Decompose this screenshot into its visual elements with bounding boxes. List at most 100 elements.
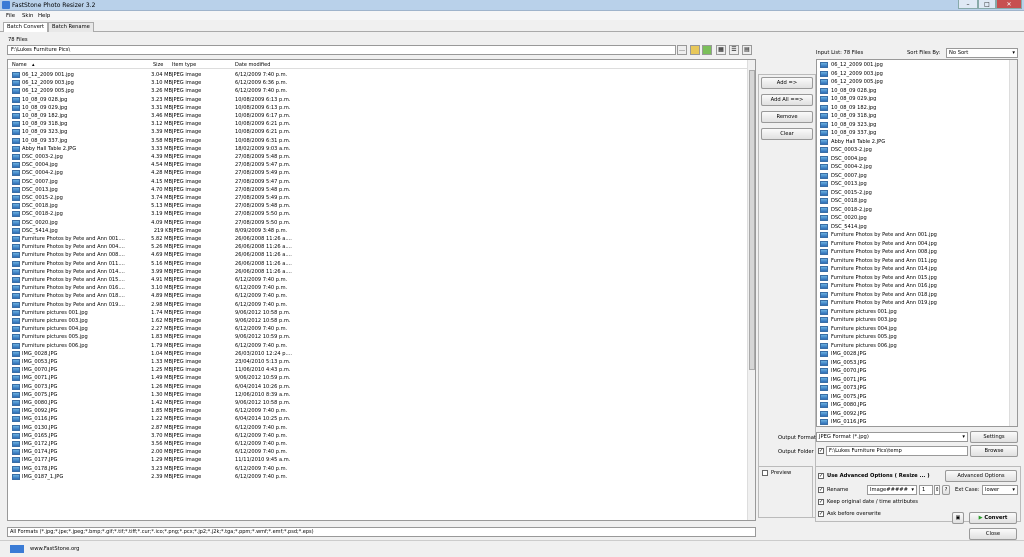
- ask-overwrite-checkbox[interactable]: ✓: [818, 511, 824, 517]
- website-link[interactable]: www.FastStone.org: [30, 546, 79, 552]
- clear-button[interactable]: Clear: [761, 128, 813, 140]
- rename-start-input[interactable]: 1: [919, 485, 933, 495]
- format-filter-select[interactable]: All Formats (*.jpg;*.jpe;*.jpeg;*.bmp;*.…: [7, 527, 756, 537]
- table-row[interactable]: Furniture pictures 001.jpg 1.74 MB JPEG im…: [8, 309, 748, 317]
- table-row[interactable]: IMG_0178.JPG 3.23 MB JPEG image 6/12/2009 7…: [8, 465, 748, 473]
- list-item[interactable]: IMG_0028.JPG: [817, 350, 1007, 359]
- table-row[interactable]: 10_08_09 028.jpg 3.23 MB JPEG image 10/08/2…: [8, 96, 748, 104]
- list-item[interactable]: DSC_0004.jpg: [817, 155, 1007, 164]
- minimize-button[interactable]: –: [958, 0, 978, 9]
- advanced-options-button[interactable]: Advanced Options: [945, 470, 1017, 482]
- rename-checkbox[interactable]: ✓: [818, 487, 824, 493]
- column-type[interactable]: Item type: [172, 62, 196, 68]
- table-row[interactable]: DSC_0003-2.jpg 4.39 MB JPEG image 27/08/200…: [8, 153, 748, 161]
- path-input[interactable]: F:\Lukes Furniture Pics\: [7, 45, 676, 55]
- folder-up-icon[interactable]: [690, 45, 700, 55]
- table-row[interactable]: Furniture Photos by Pete and Ann 015....…: [8, 276, 748, 284]
- table-row[interactable]: IMG_0071.JPG 1.49 MB JPEG image 9/06/2012 1…: [8, 374, 748, 382]
- list-item[interactable]: Furniture Photos by Pete and Ann 001.jpg: [817, 231, 1007, 240]
- column-size[interactable]: Size: [153, 62, 163, 68]
- output-format-select[interactable]: JPEG Format (*.jpg) ▾: [816, 432, 968, 442]
- list-item[interactable]: IMG_0073.JPG: [817, 384, 1007, 393]
- table-row[interactable]: 10_08_09 182.jpg 3.46 MB JPEG image 10/08/2…: [8, 112, 748, 120]
- refresh-icon[interactable]: [702, 45, 712, 55]
- list-item[interactable]: Furniture Photos by Pete and Ann 008.jpg: [817, 248, 1007, 257]
- list-item[interactable]: IMG_0070.JPG: [817, 367, 1007, 376]
- convert-button[interactable]: ▶ Convert: [969, 512, 1017, 524]
- table-row[interactable]: IMG_0174.JPG 2.00 MB JPEG image 6/12/2009 7…: [8, 448, 748, 456]
- table-row[interactable]: DSC_0018-2.jpg 3.19 MB JPEG image 27/08/200…: [8, 210, 748, 218]
- view-details-icon[interactable]: ▤: [742, 45, 752, 55]
- list-item[interactable]: DSC_0003-2.jpg: [817, 146, 1007, 155]
- list-item[interactable]: IMG_0080.JPG: [817, 401, 1007, 410]
- table-row[interactable]: IMG_0028.JPG 1.04 MB JPEG image 26/03/2010 …: [8, 350, 748, 358]
- output-folder-checkbox[interactable]: ✓: [818, 448, 824, 454]
- list-item[interactable]: 10_08_09 323.jpg: [817, 121, 1007, 130]
- table-row[interactable]: Abby Hall Table 2.JPG 3.33 MB JPEG image 18…: [8, 145, 748, 153]
- table-row[interactable]: IMG_0177.JPG 1.29 MB JPEG image 11/11/2010 …: [8, 456, 748, 464]
- table-row[interactable]: DSC_0020.jpg 4.09 MB JPEG image 27/08/2009 …: [8, 219, 748, 227]
- list-item[interactable]: Furniture pictures 003.jpg: [817, 316, 1007, 325]
- list-item[interactable]: Furniture Photos by Pete and Ann 015.jpg: [817, 274, 1007, 283]
- view-thumbnails-icon[interactable]: ▦: [716, 45, 726, 55]
- stepper-icon[interactable]: ⇕: [934, 485, 940, 495]
- table-row[interactable]: DSC_0018.jpg 5.13 MB JPEG image 27/08/2009 …: [8, 202, 748, 210]
- list-item[interactable]: IMG_0071.JPG: [817, 376, 1007, 385]
- list-item[interactable]: Furniture pictures 006.jpg: [817, 342, 1007, 351]
- list-item[interactable]: Furniture Photos by Pete and Ann 018.jpg: [817, 291, 1007, 300]
- menu-skin[interactable]: Skin: [22, 13, 33, 19]
- table-row[interactable]: Furniture Photos by Pete and Ann 014....…: [8, 268, 748, 276]
- table-row[interactable]: DSC_0013.jpg 4.70 MB JPEG image 27/08/2009 …: [8, 186, 748, 194]
- table-row[interactable]: IMG_0073.JPG 1.26 MB JPEG image 6/04/2014 1…: [8, 383, 748, 391]
- table-row[interactable]: IMG_0130.JPG 2.87 MB JPEG image 6/12/2009 7…: [8, 424, 748, 432]
- list-item[interactable]: IMG_0116.JPG: [817, 418, 1007, 426]
- table-row[interactable]: Furniture Photos by Pete and Ann 016....…: [8, 284, 748, 292]
- list-item[interactable]: DSC_5414.jpg: [817, 223, 1007, 232]
- table-row[interactable]: Furniture Photos by Pete and Ann 018....…: [8, 292, 748, 300]
- column-date[interactable]: Date modified: [235, 62, 270, 68]
- table-row[interactable]: 06_12_2009 005.jpg 3.26 MB JPEG image 6/12/…: [8, 87, 748, 95]
- output-folder-input[interactable]: F:\Lukes Furniture Pics\temp: [826, 446, 968, 456]
- scrollbar-thumb[interactable]: [749, 70, 755, 370]
- table-row[interactable]: IMG_0172.JPG 3.56 MB JPEG image 6/12/2009 7…: [8, 440, 748, 448]
- list-item[interactable]: 10_08_09 028.jpg: [817, 87, 1007, 96]
- list-item[interactable]: 10_08_09 182.jpg: [817, 104, 1007, 113]
- close-window-button[interactable]: ✕: [996, 0, 1022, 9]
- list-item[interactable]: 10_08_09 337.jpg: [817, 129, 1007, 138]
- preview-convert-icon[interactable]: ▣: [952, 512, 964, 524]
- menu-help[interactable]: Help: [38, 13, 50, 19]
- use-advanced-checkbox[interactable]: ✓: [818, 473, 824, 479]
- input-list[interactable]: 06_12_2009 001.jpg 06_12_2009 003.jpg 06_1…: [816, 59, 1018, 427]
- list-item[interactable]: 06_12_2009 003.jpg: [817, 70, 1007, 79]
- maximize-button[interactable]: □: [978, 0, 996, 9]
- table-row[interactable]: Furniture Photos by Pete and Ann 001....…: [8, 235, 748, 243]
- list-item[interactable]: DSC_0007.jpg: [817, 172, 1007, 181]
- table-row[interactable]: DSC_0004.jpg 4.54 MB JPEG image 27/08/2009 …: [8, 161, 748, 169]
- table-row[interactable]: 06_12_2009 003.jpg 3.10 MB JPEG image 6/12/…: [8, 79, 748, 87]
- add-all-button[interactable]: Add All ==>: [761, 94, 813, 106]
- browse-path-button[interactable]: …: [677, 45, 687, 55]
- table-row[interactable]: IMG_0116.JPG 1.22 MB JPEG image 6/04/2014 1…: [8, 415, 748, 423]
- table-row[interactable]: 10_08_09 323.jpg 3.39 MB JPEG image 10/08/2…: [8, 128, 748, 136]
- list-item[interactable]: 10_08_09 029.jpg: [817, 95, 1007, 104]
- table-row[interactable]: IMG_0165.JPG 3.70 MB JPEG image 6/12/2009 7…: [8, 432, 748, 440]
- settings-button[interactable]: Settings: [970, 431, 1018, 443]
- list-item[interactable]: DSC_0013.jpg: [817, 180, 1007, 189]
- list-item[interactable]: Furniture Photos by Pete and Ann 004.jpg: [817, 240, 1007, 249]
- table-row[interactable]: IMG_0053.JPG 1.33 MB JPEG image 23/04/2010 …: [8, 358, 748, 366]
- table-row[interactable]: Furniture pictures 005.jpg 1.83 MB JPEG im…: [8, 333, 748, 341]
- list-item[interactable]: IMG_0053.JPG: [817, 359, 1007, 368]
- list-item[interactable]: DSC_0015-2.jpg: [817, 189, 1007, 198]
- preview-checkbox[interactable]: [762, 470, 768, 476]
- table-row[interactable]: IMG_0187_1.JPG 2.39 MB JPEG image 6/12/2009…: [8, 473, 748, 481]
- list-item[interactable]: 06_12_2009 005.jpg: [817, 78, 1007, 87]
- rename-pattern-input[interactable]: Image##### ▾: [867, 485, 917, 495]
- table-row[interactable]: DSC_0007.jpg 4.15 MB JPEG image 27/08/2009 …: [8, 178, 748, 186]
- list-item[interactable]: Furniture pictures 004.jpg: [817, 325, 1007, 334]
- close-button[interactable]: Close: [969, 528, 1017, 540]
- add-button[interactable]: Add =>: [761, 77, 813, 89]
- sort-select[interactable]: No Sort ▾: [946, 48, 1018, 58]
- table-row[interactable]: Furniture pictures 003.jpg 1.62 MB JPEG im…: [8, 317, 748, 325]
- list-item[interactable]: DSC_0018-2.jpg: [817, 206, 1007, 215]
- file-list-scrollbar[interactable]: [747, 60, 755, 520]
